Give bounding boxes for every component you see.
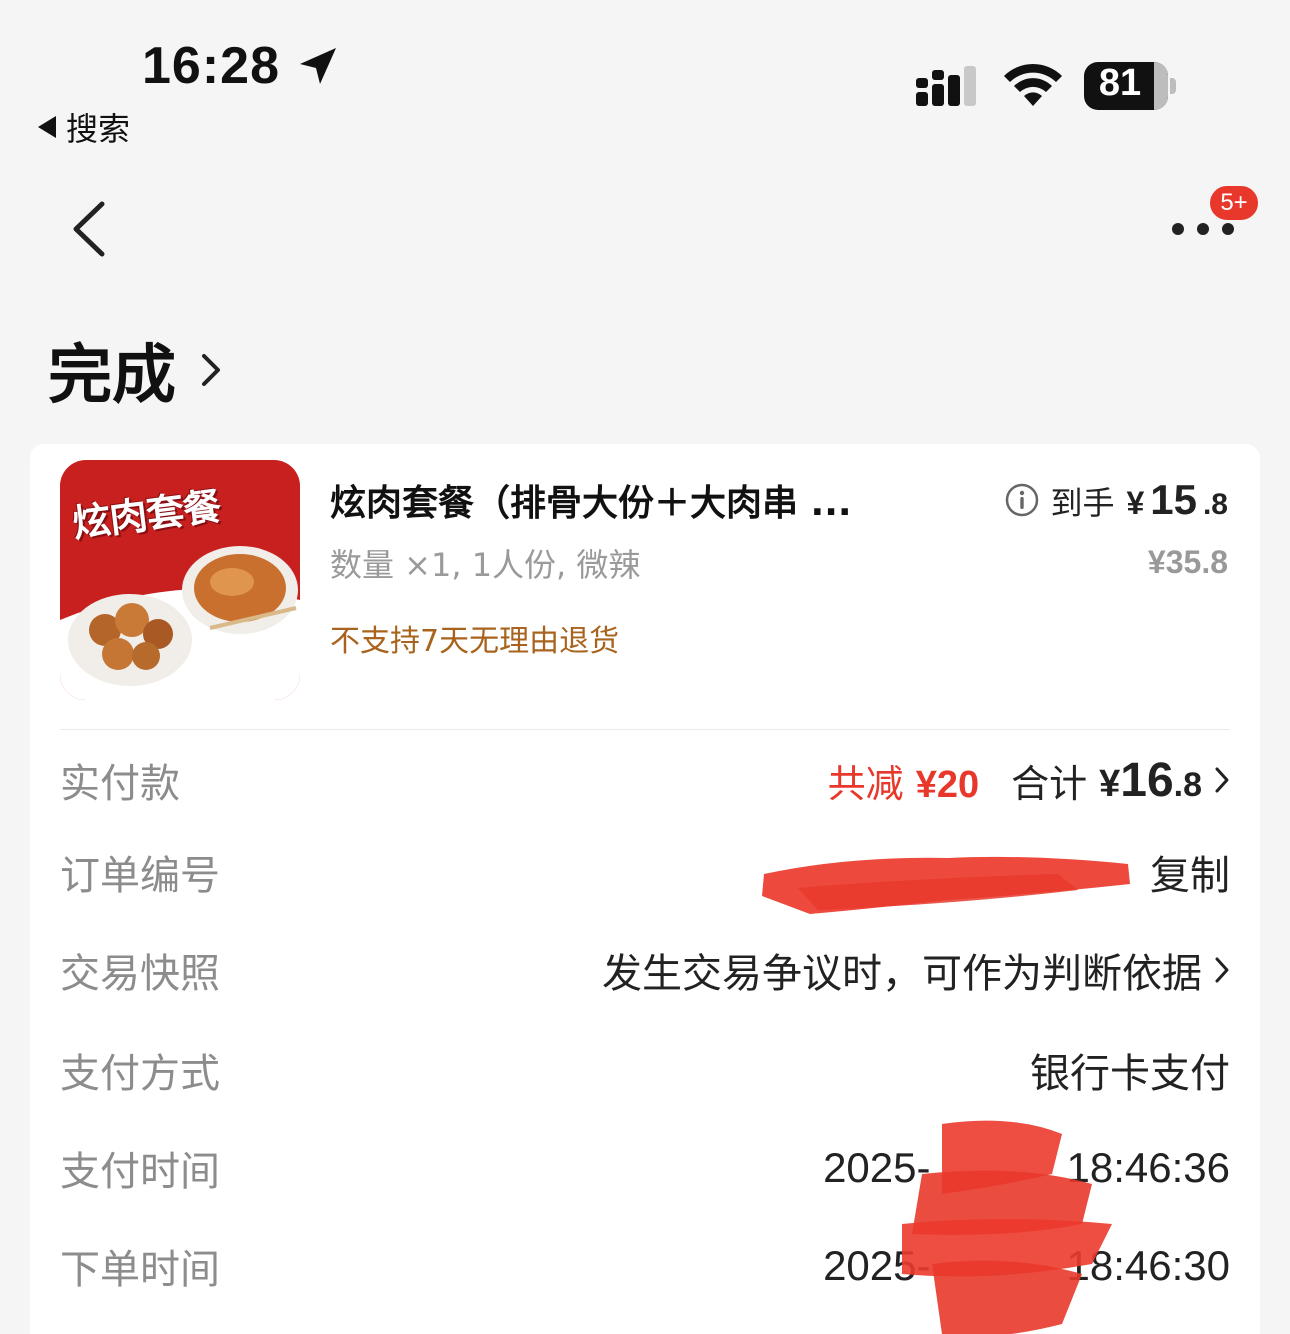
snapshot-value: 发生交易争议时，可作为判断依据 <box>602 951 1202 997</box>
product-spec: 数量 ×1, 1人份, 微辣 <box>330 546 641 584</box>
order-status-title: 完成 <box>48 339 176 413</box>
battery-tip <box>1170 78 1176 94</box>
copy-button[interactable]: 复制 <box>1150 843 1230 901</box>
return-policy-note: 不支持7天无理由退货 <box>330 624 620 659</box>
paid-label: 实付款 <box>60 761 180 807</box>
chevron-right-icon <box>1215 767 1229 793</box>
card-divider <box>60 729 1230 730</box>
payment-time-label: 支付时间 <box>60 1149 220 1195</box>
net-price-integer: 15 <box>1150 476 1197 523</box>
total-integer: 16 <box>1120 753 1174 807</box>
product-image[interactable]: 炫肉套餐 <box>60 460 300 700</box>
signal-icon <box>916 66 976 106</box>
order-number-redaction <box>762 856 1130 914</box>
location-arrow-icon <box>300 48 336 84</box>
payment-method-label: 支付方式 <box>60 1051 220 1097</box>
net-price-label: 到手 <box>1050 484 1115 522</box>
chevron-right-icon <box>1215 957 1229 983</box>
time-redaction <box>902 1120 1112 1334</box>
original-price: ¥35.8 <box>1147 544 1228 580</box>
payment-method-row: 支付方式 银行卡支付 <box>60 1040 1230 1100</box>
info-icon[interactable] <box>1004 482 1040 518</box>
discount-prefix: 共减 <box>827 761 904 806</box>
net-price-decimal: .8 <box>1202 488 1228 521</box>
battery-level: 81 <box>1098 62 1142 104</box>
net-price-currency: ¥ <box>1126 485 1145 521</box>
order-number-label: 订单编号 <box>60 853 220 899</box>
battery-icon: 81 <box>1084 62 1168 110</box>
snapshot-row[interactable]: 交易快照 发生交易争议时，可作为判断依据 <box>60 940 1230 1000</box>
net-price: 到手 ¥ 15 .8 <box>1004 476 1228 524</box>
back-to-search-link[interactable]: 搜索 <box>38 104 130 150</box>
back-triangle-icon <box>38 116 56 138</box>
snapshot-label: 交易快照 <box>60 951 220 997</box>
order-detail-page: 16:28 搜索 81 5+ 完成 炫肉套餐 炫肉套餐（排骨大份＋大肉串 ...… <box>0 0 1290 1334</box>
order-number-value: 复制 <box>1150 843 1230 901</box>
total-currency: ¥ <box>1099 762 1121 805</box>
discount-amount: ¥20 <box>915 763 980 806</box>
chevron-right-icon <box>202 354 220 386</box>
status-time: 16:28 <box>142 37 280 95</box>
notification-badge: 5+ <box>1208 184 1260 222</box>
total-label: 合计 <box>1011 761 1088 806</box>
payment-method-value: 银行卡支付 <box>1030 1051 1230 1097</box>
paid-row[interactable]: 实付款 共减 ¥20 合计 ¥16.8 <box>60 750 1230 810</box>
product-name[interactable]: 炫肉套餐（排骨大份＋大肉串 ... <box>330 474 950 526</box>
total-amount: ¥16.8 <box>1099 753 1202 808</box>
chevron-left-icon[interactable] <box>66 200 112 258</box>
paid-value: 共减 ¥20 合计 ¥16.8 <box>828 753 1230 808</box>
order-time-label: 下单时间 <box>60 1247 220 1293</box>
total-decimal: .8 <box>1173 765 1202 804</box>
back-to-search-label: 搜索 <box>66 110 131 148</box>
order-card: 炫肉套餐 炫肉套餐（排骨大份＋大肉串 ... 数量 ×1, 1人份, 微辣 不支… <box>30 444 1260 1334</box>
discount-text: 共减 ¥20 <box>828 753 980 808</box>
snapshot-value-wrap: 发生交易争议时，可作为判断依据 <box>602 941 1230 999</box>
order-status-link[interactable]: 完成 <box>48 324 222 416</box>
wifi-icon <box>1004 63 1062 106</box>
